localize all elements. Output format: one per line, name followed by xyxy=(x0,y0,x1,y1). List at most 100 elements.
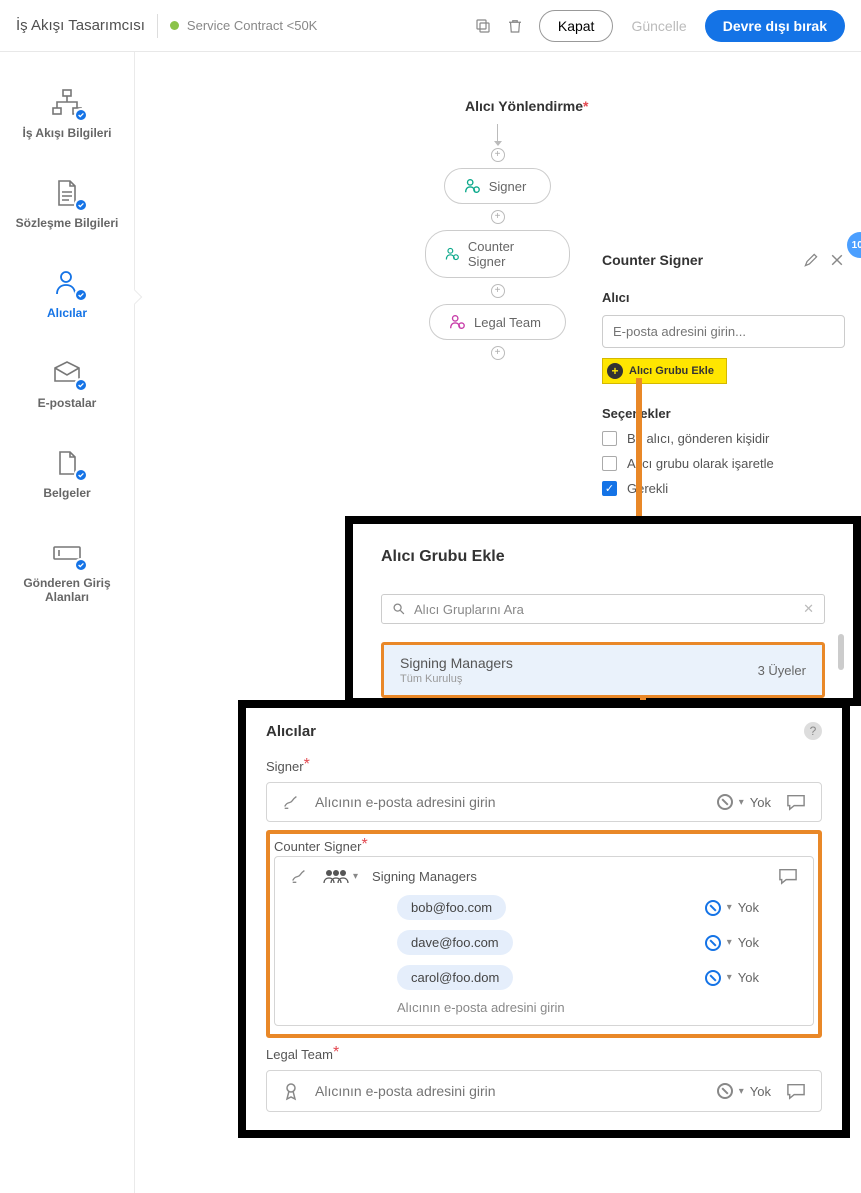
chevron-down-icon: ▾ xyxy=(353,871,358,882)
group-name: Signing Managers xyxy=(372,869,477,884)
sidebar-item-emails[interactable]: E-postalar xyxy=(0,342,134,432)
chevron-down-icon: ▾ xyxy=(739,1086,744,1097)
sidebar-item-workflow-info[interactable]: İş Akışı Bilgileri xyxy=(0,72,134,162)
email-chip[interactable]: bob@foo.com xyxy=(397,895,506,920)
recipient-properties-panel: 100 Counter Signer Alıcı + Alıcı Grubu E… xyxy=(586,240,861,518)
sidebar-item-sender-inputs[interactable]: Gönderen Giriş Alanları xyxy=(0,522,134,626)
group-result-row[interactable]: Signing Managers Tüm Kuruluş 3 Üyeler xyxy=(381,642,825,698)
chevron-down-icon: ▾ xyxy=(727,937,732,948)
message-icon[interactable] xyxy=(785,793,807,811)
app-title: İş Akışı Tasarımcısı xyxy=(16,17,145,34)
workflow-icon xyxy=(48,86,86,120)
no-entry-icon xyxy=(717,1083,733,1099)
sidebar-item-label: İş Akışı Bilgileri xyxy=(23,126,112,140)
add-recipient-group-button[interactable]: + Alıcı Grubu Ekle xyxy=(602,358,727,384)
person-icon xyxy=(48,266,86,300)
clear-search-icon[interactable]: ✕ xyxy=(803,601,814,617)
sidebar-item-agreement-info[interactable]: Sözleşme Bilgileri xyxy=(0,162,134,252)
no-entry-icon xyxy=(705,900,721,916)
auth-selector[interactable]: ▾Yok xyxy=(705,900,759,916)
sidebar: İş Akışı Bilgileri Sözleşme Bilgileri Al… xyxy=(0,52,135,1193)
header: İş Akışı Tasarımcısı Service Contract <5… xyxy=(0,0,861,52)
sidebar-item-documents[interactable]: Belgeler xyxy=(0,432,134,522)
routing-flow: + Signer + Counter Signer + Legal Team + xyxy=(425,124,570,366)
no-entry-icon xyxy=(705,970,721,986)
copy-icon[interactable] xyxy=(467,10,499,42)
add-email-hint[interactable]: Alıcının e-posta adresini girin xyxy=(289,1000,799,1015)
scrollbar-thumb[interactable] xyxy=(838,634,844,670)
email-chip[interactable]: dave@foo.com xyxy=(397,930,513,955)
counter-signer-label: Counter Signer* xyxy=(274,838,814,856)
group-search-input[interactable]: Alıcı Gruplarını Ara ✕ xyxy=(381,594,825,624)
node-counter-signer[interactable]: Counter Signer xyxy=(425,230,570,278)
auth-selector[interactable]: ▾Yok xyxy=(717,1083,771,1099)
add-node-button[interactable]: + xyxy=(491,210,505,224)
node-label: Signer xyxy=(489,179,527,194)
checkbox-icon xyxy=(602,456,617,471)
no-entry-icon xyxy=(717,794,733,810)
recipient-email-row: dave@foo.com ▾Yok xyxy=(289,930,799,955)
node-label: Legal Team xyxy=(474,315,541,330)
disable-button[interactable]: Devre dışı bırak xyxy=(705,10,845,42)
badge-check-icon xyxy=(74,198,88,212)
recipient-email-input[interactable] xyxy=(602,315,845,348)
add-node-button[interactable]: + xyxy=(491,346,505,360)
group-member-count: 3 Üyeler xyxy=(758,663,806,678)
badge-check-icon xyxy=(74,378,88,392)
node-legal-team[interactable]: Legal Team xyxy=(429,304,566,340)
help-icon[interactable]: ? xyxy=(804,722,822,740)
signer-label: Signer* xyxy=(266,758,822,776)
trash-icon[interactable] xyxy=(499,10,531,42)
no-entry-icon xyxy=(705,935,721,951)
recipient-email-row: carol@foo.dom ▾Yok xyxy=(289,965,799,990)
badge-check-icon xyxy=(74,108,88,122)
panel-title: Counter Signer xyxy=(602,252,703,268)
group-icon[interactable]: ▾ xyxy=(323,868,358,884)
sidebar-item-label: Gönderen Giriş Alanları xyxy=(4,576,130,604)
signer-icon xyxy=(448,313,466,331)
email-chip[interactable]: carol@foo.dom xyxy=(397,965,513,990)
sidebar-item-label: Alıcılar xyxy=(47,306,87,320)
chevron-down-icon: ▾ xyxy=(727,972,732,983)
group-result-name: Signing Managers xyxy=(400,655,513,671)
separator xyxy=(157,14,158,38)
node-label: Counter Signer xyxy=(468,239,545,269)
arrow-down-icon xyxy=(497,124,498,142)
message-icon[interactable] xyxy=(777,867,799,885)
auth-selector[interactable]: ▾Yok xyxy=(705,970,759,986)
message-icon[interactable] xyxy=(785,1082,807,1100)
auth-selector[interactable]: ▾Yok xyxy=(705,935,759,951)
legal-team-label: Legal Team* xyxy=(266,1046,822,1064)
close-icon[interactable] xyxy=(829,252,845,268)
chevron-down-icon: ▾ xyxy=(739,797,744,808)
pen-icon[interactable] xyxy=(289,867,309,885)
certify-icon[interactable] xyxy=(281,1081,301,1101)
counter-signer-field: ▾ Signing Managers bob@foo.com ▾Yok dave… xyxy=(274,856,814,1026)
add-group-modal: Alıcı Grubu Ekle Alıcı Gruplarını Ara ✕ … xyxy=(345,516,861,706)
recipients-panel: Alıcılar ? Signer* ▾Yok Counter Signer* … xyxy=(238,700,850,1138)
auth-selector[interactable]: ▾Yok xyxy=(717,794,771,810)
node-signer[interactable]: Signer xyxy=(444,168,552,204)
sidebar-item-label: E-postalar xyxy=(38,396,97,410)
checkbox-checked-icon: ✓ xyxy=(602,481,617,496)
search-placeholder: Alıcı Gruplarını Ara xyxy=(414,602,524,617)
update-button: Güncelle xyxy=(621,11,696,41)
signer-icon xyxy=(444,245,460,263)
add-group-label: Alıcı Grubu Ekle xyxy=(629,365,714,377)
sidebar-item-recipients[interactable]: Alıcılar xyxy=(0,252,134,342)
document-icon xyxy=(48,176,86,210)
checkbox-icon xyxy=(602,431,617,446)
signer-email-input[interactable] xyxy=(315,794,703,810)
sidebar-item-label: Sözleşme Bilgileri xyxy=(16,216,119,230)
add-node-button[interactable]: + xyxy=(491,284,505,298)
chevron-down-icon: ▾ xyxy=(727,902,732,913)
legal-team-field-row: ▾Yok xyxy=(266,1070,822,1112)
zoom-badge: 100 xyxy=(847,232,861,258)
pen-icon[interactable] xyxy=(281,793,301,811)
edit-icon[interactable] xyxy=(803,252,819,268)
add-node-button[interactable]: + xyxy=(491,148,505,162)
legal-email-input[interactable] xyxy=(315,1083,703,1099)
badge-check-icon xyxy=(74,558,88,572)
close-button[interactable]: Kapat xyxy=(539,10,614,42)
service-name: Service Contract <50K xyxy=(187,18,317,33)
